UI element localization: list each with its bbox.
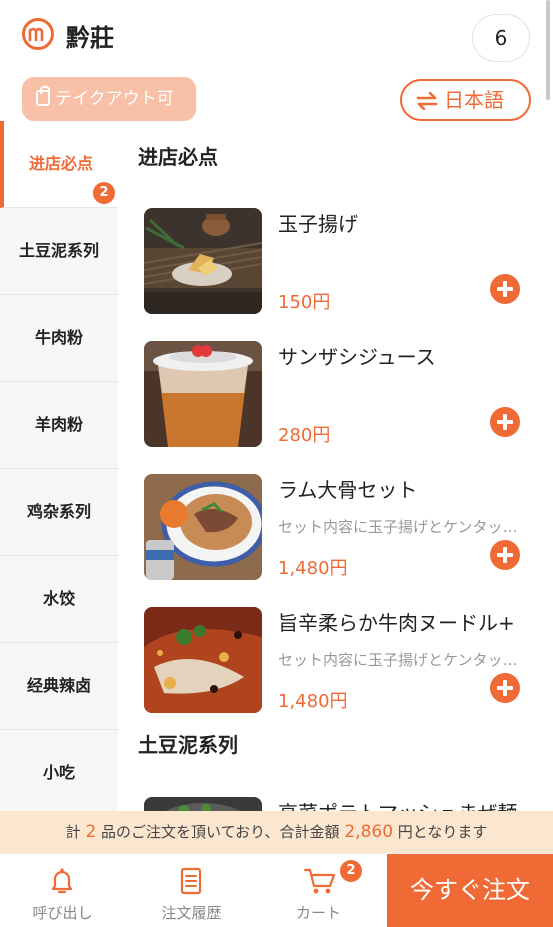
sidebar-item-dumplings[interactable]: 水饺 <box>0 556 118 643</box>
add-to-cart-button[interactable] <box>490 274 520 304</box>
item-name: サンザシジュース <box>278 345 436 369</box>
menu-list[interactable]: 进店必点 玉子揚げ 150円 サンザシジュース 280円 ラム大骨セット セット… <box>118 121 553 811</box>
menu-item[interactable]: ラム大骨セット セット内容に玉子揚げとケンタッキー 1,480円 <box>144 474 553 580</box>
item-price: 1,480円 <box>278 691 348 712</box>
menu-item[interactable]: 旨辛柔らか牛肉ヌードル+ セット内容に玉子揚げとケンタッキー 1,480円 <box>144 607 553 713</box>
cart-count-badge: 2 <box>340 860 362 882</box>
takeout-label: テイクアウト可 <box>55 89 174 109</box>
item-image <box>144 797 262 811</box>
item-image <box>144 341 262 447</box>
table-number-badge: 6 <box>472 14 530 62</box>
menu-item[interactable]: 玉子揚げ 150円 <box>144 208 553 314</box>
bell-icon <box>47 866 77 900</box>
summary-total-amount: 2,860 <box>344 822 394 842</box>
sidebar-item-mashed-potato[interactable]: 土豆泥系列 <box>0 208 118 295</box>
section-title: 进店必点 <box>138 145 218 169</box>
summary-middle: 品のご注文を頂いており、合計金額 <box>101 823 340 841</box>
language-button[interactable]: 日本語 <box>400 79 531 121</box>
item-name: 玉子揚げ <box>278 212 358 236</box>
item-description: セット内容に玉子揚げとケンタッキー <box>278 518 528 536</box>
menu-item[interactable]: サンザシジュース 280円 <box>144 341 553 447</box>
call-staff-tab[interactable]: 呼び出し <box>0 854 125 927</box>
header: 黔莊 6 <box>0 0 553 70</box>
receipt-icon <box>176 866 206 900</box>
sidebar-item-snacks[interactable]: 小吃 <box>0 730 118 817</box>
language-label: 日本語 <box>444 88 504 112</box>
sidebar-item-spicy-braised[interactable]: 经典辣卤 <box>0 643 118 730</box>
add-to-cart-button[interactable] <box>490 673 520 703</box>
order-history-tab[interactable]: 注文履歴 <box>129 854 254 927</box>
item-price: 150円 <box>278 292 331 313</box>
takeout-button[interactable]: テイクアウト可 <box>22 77 196 121</box>
sidebar-count-badge: 2 <box>93 182 115 204</box>
sidebar-item-beef-noodle[interactable]: 牛肉粉 <box>0 295 118 382</box>
order-now-button[interactable]: 今すぐ注文 <box>387 854 553 927</box>
cart-tab[interactable]: カート <box>256 854 381 927</box>
item-description: セット内容に玉子揚げとケンタッキー <box>278 651 528 669</box>
logo-icon <box>22 18 54 50</box>
summary-item-count: 2 <box>85 822 97 842</box>
item-price: 1,480円 <box>278 558 348 579</box>
item-name: ラム大骨セット <box>278 478 418 502</box>
scrollbar[interactable] <box>546 0 550 100</box>
category-sidebar: 进店必点 土豆泥系列 牛肉粉 羊肉粉 鸡杂系列 水饺 经典辣卤 小吃 <box>0 121 118 817</box>
bag-icon <box>36 86 50 106</box>
store-name: 黔莊 <box>66 24 114 52</box>
cart-icon <box>303 866 337 900</box>
summary-prefix: 計 <box>65 823 81 841</box>
section-title: 土豆泥系列 <box>138 733 238 757</box>
call-staff-label: 呼び出し <box>32 904 93 922</box>
menu-item[interactable]: 高菜ポテトマッシュまぜ麺 <box>144 797 553 811</box>
sidebar-item-lamb-noodle[interactable]: 羊肉粉 <box>0 382 118 469</box>
order-history-label: 注文履歴 <box>161 904 222 922</box>
sidebar-item-chicken-giblets[interactable]: 鸡杂系列 <box>0 469 118 556</box>
add-to-cart-button[interactable] <box>490 540 520 570</box>
order-summary-bar: 計 2 品のご注文を頂いており、合計金額 2,860 円となります <box>0 811 553 853</box>
cart-label: カート <box>295 904 341 922</box>
item-price: 280円 <box>278 425 331 446</box>
item-image <box>144 607 262 713</box>
item-image <box>144 474 262 580</box>
item-name: 旨辛柔らか牛肉ヌードル+ <box>278 611 515 635</box>
item-image <box>144 208 262 314</box>
swap-icon <box>416 84 438 122</box>
item-name: 高菜ポテトマッシュまぜ麺 <box>278 797 517 811</box>
add-to-cart-button[interactable] <box>490 407 520 437</box>
summary-suffix: 円となります <box>397 823 488 841</box>
bottom-bar: 呼び出し 注文履歴 カート 2 今すぐ注文 <box>0 853 553 927</box>
